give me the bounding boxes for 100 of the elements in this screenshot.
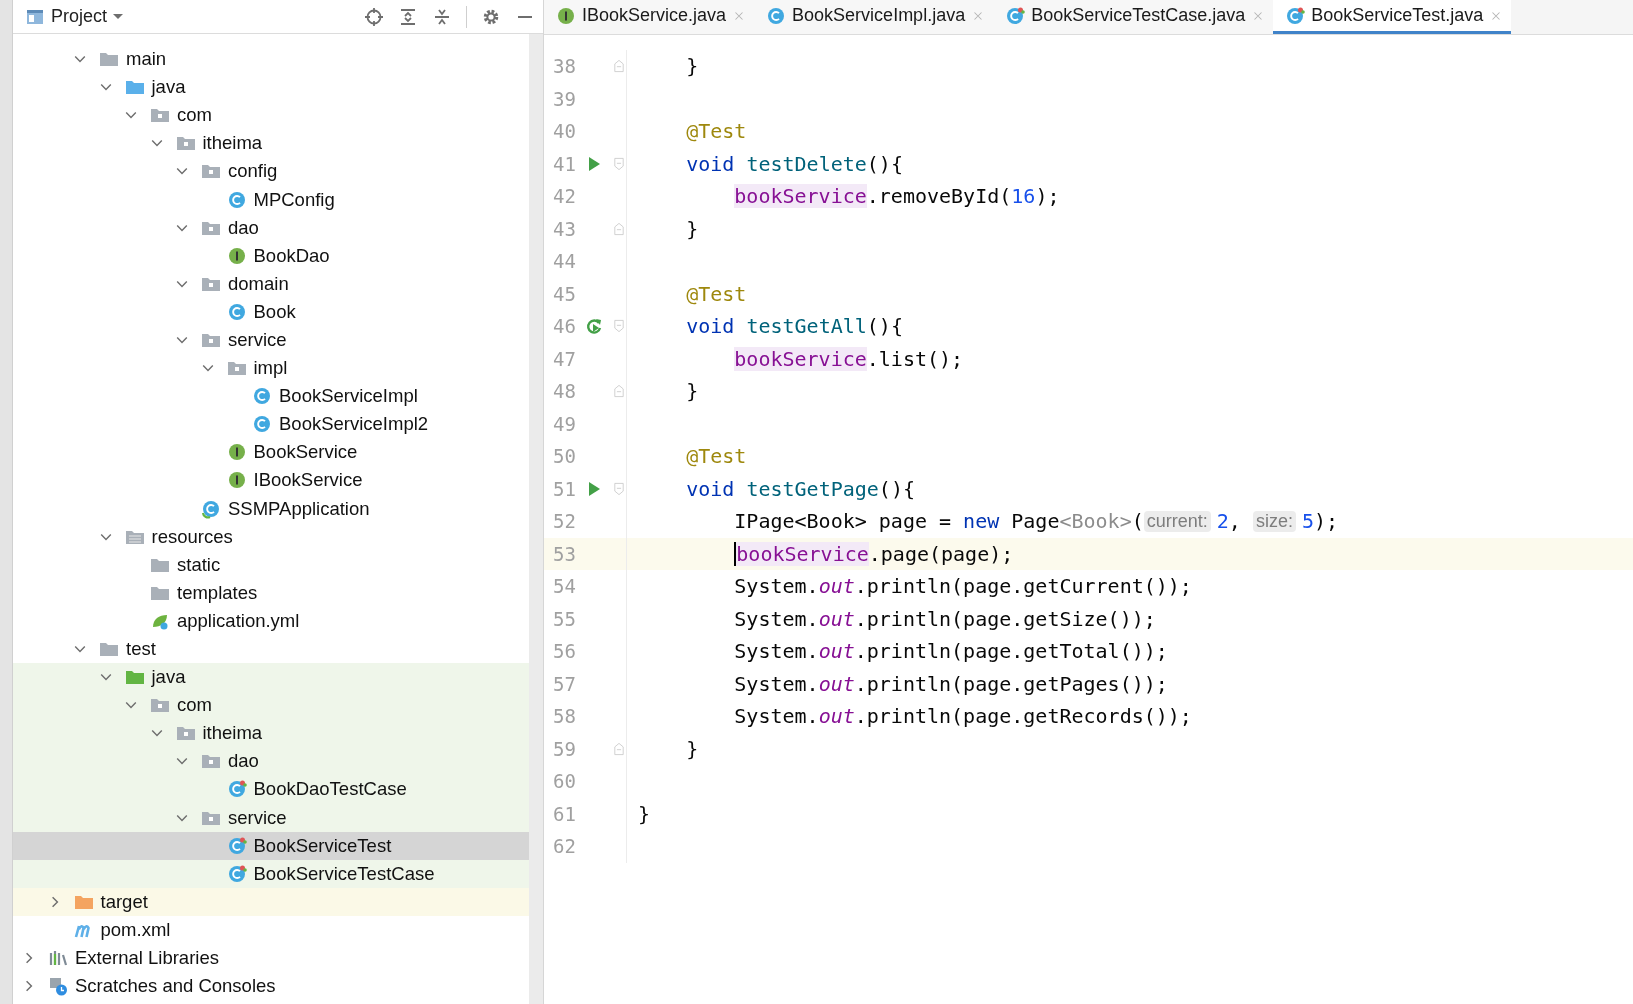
code-token: <Book>	[1059, 509, 1132, 534]
code-token: @Test	[686, 119, 747, 144]
code-token: bookService	[736, 541, 869, 566]
tree-item[interactable]: main	[13, 45, 529, 74]
line-number: 44	[552, 250, 576, 273]
spring-class-icon	[201, 498, 221, 519]
tree-item[interactable]: dao	[13, 747, 529, 776]
tree-item[interactable]: resources	[13, 522, 529, 551]
test-class-icon	[1285, 5, 1306, 26]
tree-item[interactable]: BookServiceTestCase	[13, 859, 529, 888]
tree-item[interactable]: com	[13, 101, 529, 130]
fold-icon[interactable]	[612, 155, 626, 172]
interface-icon	[226, 442, 247, 463]
line-number: 61	[552, 802, 576, 825]
tree-item[interactable]: BookServiceImpl	[13, 382, 529, 411]
tree-item[interactable]: IBookService	[13, 466, 529, 495]
code-token: new	[963, 509, 1000, 534]
code-token: System.	[734, 574, 819, 599]
code-token: .println(page.getCurrent());	[854, 574, 1192, 599]
code-token: (){	[866, 314, 903, 339]
tree-item[interactable]: config	[13, 157, 529, 186]
code-token: out	[818, 574, 855, 599]
tree-item[interactable]: java	[13, 73, 529, 102]
code-token: .page(page);	[868, 541, 1014, 566]
tree-item[interactable]: MPConfig	[13, 185, 529, 214]
fold-icon[interactable]	[612, 220, 626, 237]
line-number: 50	[552, 445, 576, 468]
tree-item[interactable]: dao	[13, 213, 529, 242]
tree-item[interactable]: BookDao	[13, 241, 529, 270]
tree-item[interactable]: service	[13, 803, 529, 832]
tree-item[interactable]: target	[13, 887, 529, 916]
code-token: System.	[734, 606, 819, 631]
parameter-hint: current:	[1143, 510, 1211, 532]
tree-item[interactable]: impl	[13, 354, 529, 383]
project-view-dropdown[interactable]: Project	[21, 6, 128, 27]
tree-item[interactable]: service	[13, 325, 529, 355]
class-icon	[766, 5, 787, 26]
tree-item[interactable]: BookService	[13, 438, 529, 467]
line-number: 59	[552, 737, 576, 760]
code-token: out	[818, 704, 855, 729]
editor-tab[interactable]: BookServiceTest.java	[1273, 0, 1512, 34]
tree-item[interactable]: templates	[13, 578, 529, 607]
code-token: out	[818, 606, 855, 631]
line-number: 53	[552, 542, 576, 565]
code-token: ,	[1228, 509, 1242, 534]
class-icon	[226, 301, 247, 322]
code-token: @Test	[686, 444, 747, 469]
line-number: 60	[552, 770, 576, 793]
test-class-icon	[226, 779, 247, 800]
code-token: (){	[866, 151, 903, 176]
tree-item[interactable]: com	[13, 691, 529, 720]
tree-item[interactable]: static	[13, 550, 529, 579]
line-number: 38	[552, 55, 576, 78]
class-icon	[252, 414, 272, 435]
line-number: 45	[552, 282, 576, 305]
code-token: .println(page.getTotal());	[854, 639, 1168, 664]
line-number: 52	[552, 510, 576, 533]
tree-item[interactable]: SSMPApplication	[13, 494, 529, 523]
line-number: 48	[552, 380, 576, 403]
tree-item[interactable]: itheima	[13, 129, 529, 158]
code-token: void	[686, 476, 736, 501]
fold-icon[interactable]	[612, 740, 626, 757]
code-token: );	[1035, 184, 1060, 209]
tree-item[interactable]: pom.xml	[13, 915, 529, 944]
code-token: }	[686, 216, 699, 241]
test-class-icon	[1005, 5, 1026, 26]
code-token: );	[1314, 509, 1339, 534]
code-token: .println(page.getRecords());	[854, 704, 1192, 729]
fold-icon[interactable]	[612, 480, 626, 497]
code-token: bookService	[734, 184, 867, 209]
code-token: (){	[878, 476, 915, 501]
line-number: 40	[552, 120, 576, 143]
line-number: 46	[552, 315, 576, 338]
fold-icon[interactable]	[612, 383, 626, 400]
line-number: 39	[552, 87, 576, 110]
code-token: System.	[734, 671, 819, 696]
code-token: }	[686, 379, 699, 404]
code-token: .list();	[866, 346, 964, 371]
code-token: .println(page.getSize());	[854, 606, 1156, 631]
tree-item[interactable]: Scratches and Consoles	[13, 972, 529, 1001]
line-number: 58	[552, 705, 576, 728]
tree-item[interactable]: BookServiceImpl2	[13, 410, 529, 439]
tree-item[interactable]: domain	[13, 269, 529, 298]
fold-icon[interactable]	[612, 318, 626, 335]
tree-item[interactable]: java	[13, 663, 529, 692]
rerun-icon[interactable]	[584, 316, 604, 337]
crosshair-icon[interactable]	[364, 6, 384, 27]
tree-item[interactable]: Book	[13, 297, 529, 326]
test-class-icon	[226, 835, 247, 856]
fold-icon[interactable]	[612, 58, 626, 75]
tree-item[interactable]: itheima	[13, 719, 529, 748]
expand-all-icon[interactable]	[398, 6, 418, 27]
tree-item[interactable]: BookServiceTest	[13, 831, 529, 860]
tree-item[interactable]: test	[13, 634, 529, 664]
tree-item[interactable]: application.yml	[13, 606, 529, 635]
code-token: 2	[1216, 509, 1229, 534]
code-token: bookService	[734, 346, 867, 371]
tree-item[interactable]: BookDaoTestCase	[13, 775, 529, 804]
code-token: (	[1131, 509, 1144, 534]
tree-item[interactable]: External Libraries	[13, 944, 529, 973]
